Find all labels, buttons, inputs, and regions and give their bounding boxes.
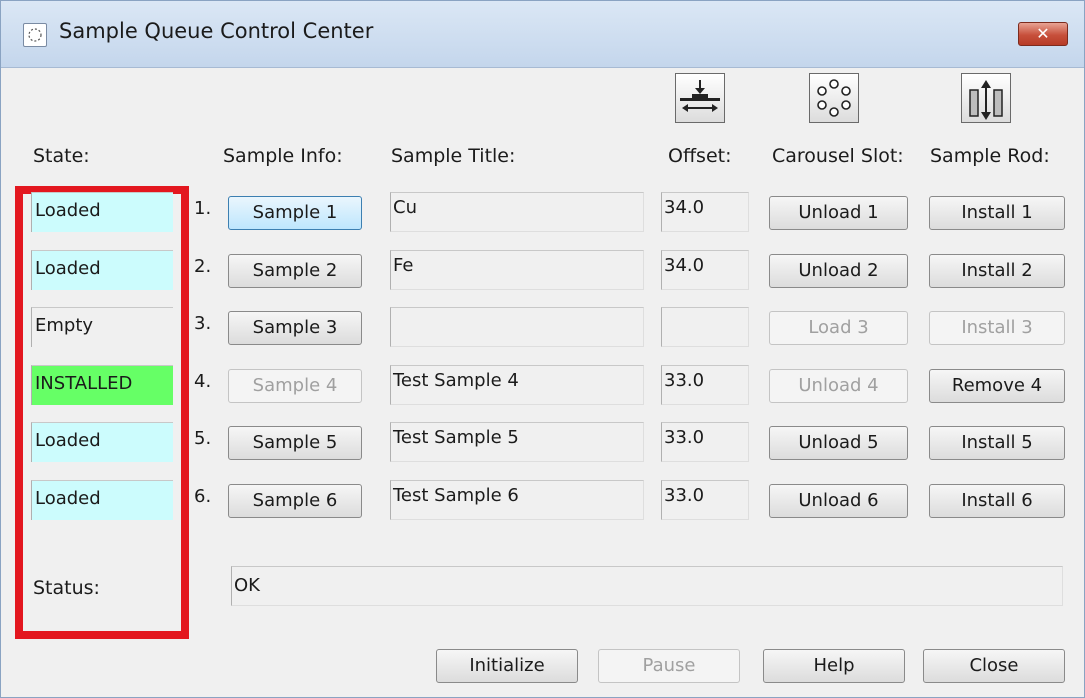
initialize-button[interactable]: Initialize (436, 649, 578, 683)
offset-field[interactable]: 33.0 (661, 480, 749, 520)
sample-rod-header: Sample Rod: (930, 145, 1050, 167)
window-close-button[interactable]: ✕ (1018, 22, 1068, 46)
offset-field[interactable]: 34.0 (661, 250, 749, 290)
sample-rod-button[interactable]: Install 2 (929, 254, 1065, 288)
sample-info-button[interactable]: Sample 4 (228, 369, 362, 403)
sample-title-field[interactable]: Test Sample 4 (390, 365, 644, 405)
offset-field[interactable]: 33.0 (661, 365, 749, 405)
carousel-slot-button[interactable]: Unload 6 (769, 484, 908, 518)
sample-title-field[interactable]: Test Sample 5 (390, 422, 644, 462)
row-number: 2. (194, 256, 212, 277)
window-title: Sample Queue Control Center (59, 19, 374, 43)
sample-title-field[interactable]: Cu (390, 192, 644, 232)
state-field: Empty (31, 307, 173, 347)
sample-title-field[interactable]: Test Sample 6 (390, 480, 644, 520)
offset-field[interactable] (661, 307, 749, 347)
title-bar: Sample Queue Control Center ✕ (1, 1, 1084, 68)
carousel-slot-button[interactable]: Unload 1 (769, 196, 908, 230)
state-field: Loaded (31, 480, 173, 520)
row-number: 4. (194, 371, 212, 392)
offset-header: Offset: (668, 145, 732, 167)
sample-rod-button[interactable]: Install 6 (929, 484, 1065, 518)
row-number: 5. (194, 428, 212, 449)
carousel-slot-button[interactable]: Load 3 (769, 311, 908, 345)
state-field: Loaded (31, 192, 173, 232)
state-field: Loaded (31, 422, 173, 462)
sample-queue-window: Sample Queue Control Center ✕ State: Sam… (0, 0, 1085, 698)
sample-rod-button[interactable]: Install 5 (929, 426, 1065, 460)
sample-rod-button[interactable]: Remove 4 (929, 369, 1065, 403)
state-field: INSTALLED (31, 365, 173, 405)
row-number: 1. (194, 198, 212, 219)
sample-info-button[interactable]: Sample 5 (228, 426, 362, 460)
sample-info-button[interactable]: Sample 2 (228, 254, 362, 288)
offset-field[interactable]: 33.0 (661, 422, 749, 462)
sample-title-header: Sample Title: (391, 145, 516, 167)
carousel-slot-button[interactable]: Unload 2 (769, 254, 908, 288)
sample-info-button[interactable]: Sample 3 (228, 311, 362, 345)
status-field: OK (231, 566, 1063, 606)
sample-info-button[interactable]: Sample 1 (228, 196, 362, 230)
app-icon (23, 23, 47, 47)
sample-title-field[interactable] (390, 307, 644, 347)
pause-button[interactable]: Pause (598, 649, 740, 683)
carousel-slot-button[interactable]: Unload 5 (769, 426, 908, 460)
help-button[interactable]: Help (763, 649, 905, 683)
sample-info-button[interactable]: Sample 6 (228, 484, 362, 518)
carousel-slot-header: Carousel Slot: (772, 145, 904, 167)
sample-title-field[interactable]: Fe (390, 250, 644, 290)
carousel-slot-button[interactable]: Unload 4 (769, 369, 908, 403)
close-button[interactable]: Close (923, 649, 1065, 683)
sample-rod-button[interactable]: Install 3 (929, 311, 1065, 345)
offset-icon (675, 73, 725, 123)
state-field: Loaded (31, 250, 173, 290)
sample-rod-icon (961, 73, 1011, 123)
client-area: State: Sample Info: Sample Title: Offset… (1, 68, 1084, 697)
status-label: Status: (33, 577, 100, 599)
row-number: 6. (194, 486, 212, 507)
sample-info-header: Sample Info: (223, 145, 343, 167)
sample-rod-button[interactable]: Install 1 (929, 196, 1065, 230)
offset-field[interactable]: 34.0 (661, 192, 749, 232)
state-header: State: (33, 145, 90, 167)
row-number: 3. (194, 313, 212, 334)
carousel-icon (809, 73, 859, 123)
